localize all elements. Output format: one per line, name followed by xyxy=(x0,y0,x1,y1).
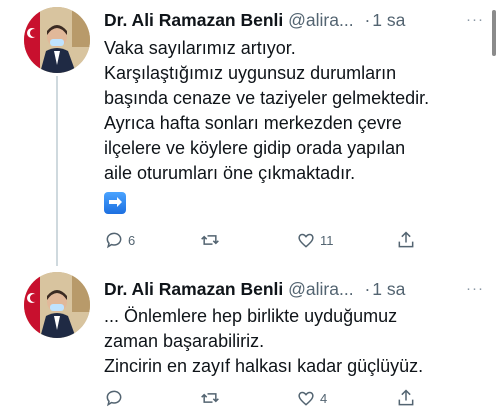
share-button[interactable] xyxy=(396,388,416,408)
tweet-text-line: zaman başarabiliriz. xyxy=(104,331,265,351)
reply-count: 6 xyxy=(128,232,136,248)
retweet-icon xyxy=(201,393,219,403)
share-button[interactable] xyxy=(396,230,416,250)
reply-icon xyxy=(106,390,122,407)
tweet-text-line: Zincirin en zayıf halkası kadar güçlüyüz… xyxy=(104,356,424,376)
like-button[interactable]: 11 xyxy=(296,230,334,250)
tweet-text: ... Önlemlere hep birlikte uyduğumuz zam… xyxy=(104,304,484,379)
thread-line xyxy=(56,76,58,266)
scrollbar[interactable] xyxy=(492,10,496,56)
separator-dot: · xyxy=(364,10,371,30)
tweet-text-line: Vaka sayılarımız artıyor. xyxy=(104,38,296,58)
tweet-text-line: Karşılaştığımız uygunsuz durumların xyxy=(104,63,397,83)
like-icon xyxy=(298,391,314,406)
avatar[interactable] xyxy=(24,272,90,338)
reply-button[interactable]: 6 xyxy=(104,230,135,250)
author-name[interactable]: Dr. Ali Ramazan Benli xyxy=(104,279,283,299)
tweet-text-line: ... Önlemlere hep birlikte uyduğumuz xyxy=(104,306,398,326)
avatar-photo xyxy=(24,272,90,338)
tweet[interactable]: Dr. Ali Ramazan Benli @alira... · 1 sa ··… xyxy=(0,262,500,415)
tweet-text-line: Ayrıca hafta sonları merkezden çevre xyxy=(104,113,402,133)
share-icon xyxy=(398,389,414,406)
separator-dot: · xyxy=(364,279,371,299)
share-icon xyxy=(398,231,414,248)
reply-icon xyxy=(106,232,122,249)
retweet-button[interactable] xyxy=(200,388,224,408)
tweet-text-line: aile oturumları öne çıkmaktadır. xyxy=(104,163,356,183)
tweet-header: Dr. Ali Ramazan Benli @alira... · 1 sa ··… xyxy=(104,8,484,32)
like-icon xyxy=(298,233,314,248)
like-button[interactable]: 4 xyxy=(296,388,327,408)
avatar-photo xyxy=(24,7,90,73)
tweet-header: Dr. Ali Ramazan Benli @alira... · 1 sa ··… xyxy=(104,277,484,301)
tweet-time[interactable]: 1 sa xyxy=(372,279,405,299)
reply-button[interactable] xyxy=(104,388,128,408)
more-icon[interactable]: ··· xyxy=(466,8,484,32)
tweet-text-line: ilçelere ve köylere gidip orada yapılan xyxy=(104,138,406,158)
like-count: 11 xyxy=(320,232,334,248)
author-name[interactable]: Dr. Ali Ramazan Benli xyxy=(104,10,283,30)
author-handle[interactable]: @alira... xyxy=(288,10,353,30)
tweet-time[interactable]: 1 sa xyxy=(372,10,405,30)
arrow-emoji-icon xyxy=(104,192,126,214)
tweet-actions: 6 11 xyxy=(104,230,434,254)
tweet-text-line: başında cenaze ve taziyeler gelmektedir. xyxy=(104,88,430,108)
more-icon[interactable]: ··· xyxy=(466,277,484,301)
tweet[interactable]: Dr. Ali Ramazan Benli @alira... · 1 sa ··… xyxy=(0,0,500,266)
retweet-button[interactable] xyxy=(200,230,224,250)
avatar[interactable] xyxy=(24,7,90,73)
author-handle[interactable]: @alira... xyxy=(288,279,353,299)
retweet-icon xyxy=(201,235,219,245)
tweet-text: Vaka sayılarımız artıyor. Karşılaştığımı… xyxy=(104,36,484,186)
like-count: 4 xyxy=(320,390,328,406)
tweet-actions: 4 xyxy=(104,388,434,412)
